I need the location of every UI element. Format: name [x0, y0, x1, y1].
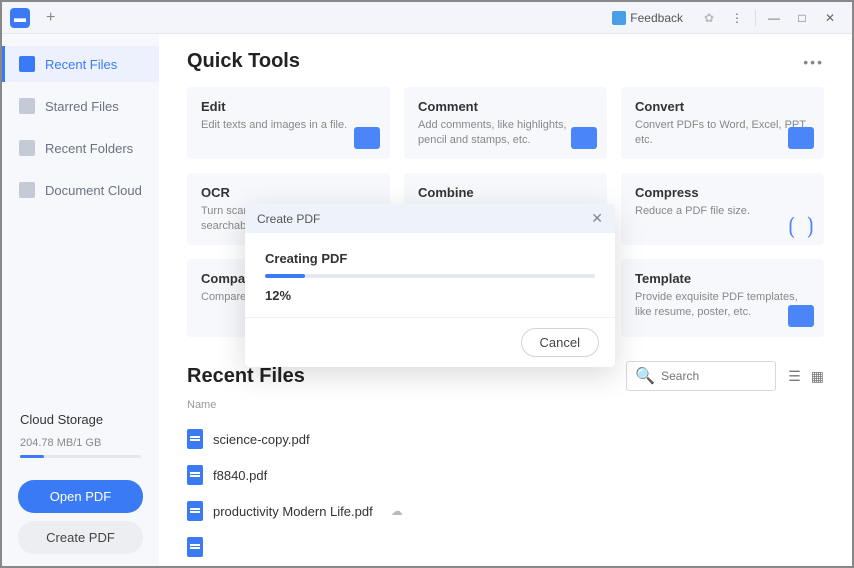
- tool-desc: Provide exquisite PDF templates, like re…: [635, 290, 810, 320]
- template-icon: [788, 305, 814, 327]
- cloud-icon: [19, 182, 35, 198]
- more-icon[interactable]: •••: [803, 54, 824, 70]
- file-row[interactable]: f8840.pdf: [187, 457, 824, 493]
- create-pdf-modal: Create PDF ✕ Creating PDF 12% Cancel: [245, 204, 615, 367]
- list-view-icon[interactable]: ☰: [788, 368, 801, 385]
- cloud-storage-usage: 204.78 MB/1 GB: [20, 437, 141, 449]
- search-icon: 🔍: [635, 366, 655, 386]
- modal-status: Creating PDF: [265, 251, 595, 266]
- tool-title: Convert: [635, 99, 810, 114]
- file-row[interactable]: [187, 529, 824, 565]
- file-name: f8840.pdf: [213, 468, 267, 483]
- tool-title: Compress: [635, 185, 810, 200]
- maximize-button[interactable]: □: [788, 4, 816, 32]
- file-row[interactable]: productivity Modern Life.pdf ☁: [187, 493, 824, 529]
- modal-title: Create PDF: [257, 212, 320, 226]
- tool-title: Comment: [418, 99, 593, 114]
- sidebar-item-label: Starred Files: [45, 99, 119, 114]
- pdf-file-icon: [187, 537, 203, 557]
- recent-files-heading: Recent Files: [187, 365, 305, 388]
- titlebar: ▬ + Feedback ✿ ⋮ — □ ✕: [2, 2, 852, 34]
- file-row[interactable]: science-copy.pdf: [187, 421, 824, 457]
- tool-title: Template: [635, 271, 810, 286]
- star-icon: [19, 98, 35, 114]
- progress-fill: [265, 274, 305, 278]
- file-name: science-copy.pdf: [213, 432, 310, 447]
- grid-view-icon[interactable]: ▦: [811, 368, 824, 385]
- tool-title: OCR: [201, 185, 376, 200]
- pdf-file-icon: [187, 465, 203, 485]
- sidebar-item-recent-files[interactable]: Recent Files: [2, 46, 159, 82]
- new-tab-button[interactable]: +: [46, 9, 55, 27]
- cancel-button[interactable]: Cancel: [521, 328, 599, 357]
- tool-desc: Reduce a PDF file size.: [635, 204, 810, 219]
- cloud-storage-block: Cloud Storage 204.78 MB/1 GB: [2, 400, 159, 470]
- cloud-storage-bar: [20, 455, 141, 458]
- edit-icon: [354, 127, 380, 149]
- compress-icon: [788, 213, 814, 235]
- pdf-file-icon: [187, 501, 203, 521]
- divider: [755, 10, 756, 26]
- tool-convert[interactable]: Convert Convert PDFs to Word, Excel, PPT…: [621, 87, 824, 159]
- sidebar-item-label: Recent Files: [45, 57, 117, 72]
- gear-icon[interactable]: ✿: [695, 4, 723, 32]
- close-button[interactable]: ✕: [816, 4, 844, 32]
- sidebar-item-label: Recent Folders: [45, 141, 133, 156]
- comment-icon: [571, 127, 597, 149]
- modal-close-button[interactable]: ✕: [591, 210, 603, 227]
- open-pdf-button[interactable]: Open PDF: [18, 480, 143, 513]
- convert-icon: [788, 127, 814, 149]
- pdf-file-icon: [187, 429, 203, 449]
- tool-compress[interactable]: Compress Reduce a PDF file size.: [621, 173, 824, 245]
- tool-title: Edit: [201, 99, 376, 114]
- tool-desc: Edit texts and images in a file.: [201, 118, 376, 133]
- minimize-button[interactable]: —: [760, 4, 788, 32]
- tool-desc: Add comments, like highlights, pencil an…: [418, 118, 593, 148]
- cloud-indicator-icon: ☁: [391, 504, 403, 518]
- feedback-label: Feedback: [630, 11, 683, 25]
- file-name: productivity Modern Life.pdf: [213, 504, 373, 519]
- name-column-header: Name: [187, 399, 824, 411]
- search-input[interactable]: [661, 369, 767, 383]
- feedback-icon: [612, 11, 626, 25]
- tool-desc: Convert PDFs to Word, Excel, PPT, etc.: [635, 118, 810, 148]
- app-icon[interactable]: ▬: [10, 8, 30, 28]
- search-box[interactable]: 🔍: [626, 361, 776, 391]
- sidebar-item-starred-files[interactable]: Starred Files: [2, 88, 159, 124]
- sidebar: Recent Files Starred Files Recent Folder…: [2, 34, 159, 566]
- quick-tools-heading: Quick Tools: [187, 50, 300, 73]
- progress-bar: [265, 274, 595, 278]
- sidebar-item-recent-folders[interactable]: Recent Folders: [2, 130, 159, 166]
- feedback-button[interactable]: Feedback: [612, 11, 683, 25]
- menu-icon[interactable]: ⋮: [723, 4, 751, 32]
- tool-comment[interactable]: Comment Add comments, like highlights, p…: [404, 87, 607, 159]
- cloud-storage-title: Cloud Storage: [20, 412, 141, 427]
- tool-template[interactable]: Template Provide exquisite PDF templates…: [621, 259, 824, 337]
- sidebar-item-document-cloud[interactable]: Document Cloud: [2, 172, 159, 208]
- progress-percent: 12%: [265, 288, 595, 303]
- create-pdf-button[interactable]: Create PDF: [18, 521, 143, 554]
- sidebar-item-label: Document Cloud: [45, 183, 142, 198]
- tool-edit[interactable]: Edit Edit texts and images in a file.: [187, 87, 390, 159]
- modal-header: Create PDF ✕: [245, 204, 615, 233]
- tool-title: Combine: [418, 185, 593, 200]
- folder-icon: [19, 140, 35, 156]
- file-icon: [19, 56, 35, 72]
